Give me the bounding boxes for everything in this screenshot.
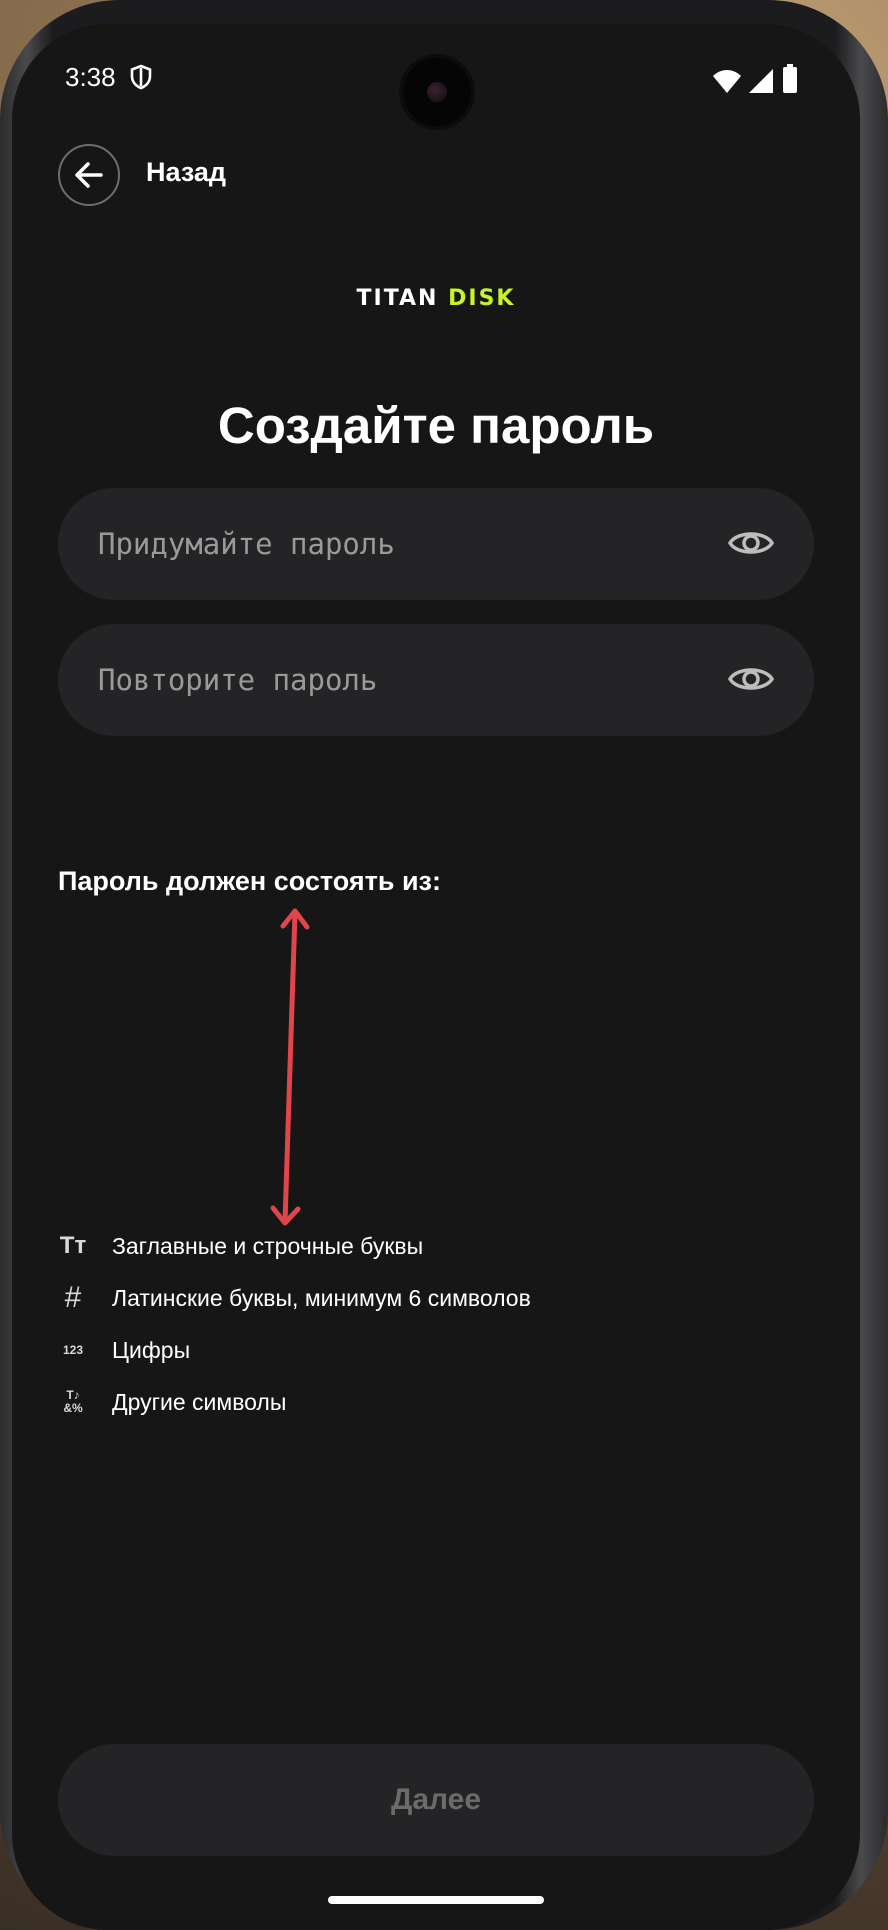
rule-item: 123 Цифры [58, 1330, 190, 1370]
numbers-icon: 123 [62, 1343, 84, 1357]
symbols-icon: T♪&% [63, 1388, 83, 1415]
logo-part-titan: TITAN [356, 286, 439, 311]
hash-icon: # [64, 1281, 82, 1314]
shield-icon [130, 64, 152, 90]
rule-label: Цифры [112, 1336, 191, 1363]
status-time: 3:38 [65, 62, 116, 92]
back-label[interactable]: Назад [146, 157, 226, 188]
eye-icon[interactable] [728, 526, 774, 560]
password-input[interactable] [58, 488, 738, 600]
password-field [58, 488, 814, 600]
arrow-left-icon [75, 162, 103, 188]
repeat-password-input[interactable] [58, 624, 738, 736]
repeat-password-field [58, 624, 814, 736]
rule-label: Другие символы [112, 1388, 287, 1415]
battery-icon [783, 64, 797, 93]
rule-item: T♪&% Другие символы [58, 1382, 286, 1422]
text-case-icon: Tт [59, 1232, 87, 1259]
rule-item: # Латинские буквы, минимум 6 символов [58, 1278, 531, 1318]
eye-icon[interactable] [728, 662, 774, 696]
status-bar: 3:38 [12, 24, 860, 126]
wifi-icon [713, 70, 741, 93]
home-indicator[interactable] [328, 1896, 544, 1904]
logo-part-disk: DISK [448, 286, 516, 311]
titan-disk-logo: TITAN DISK [12, 286, 860, 311]
rule-item: Tт Заглавные и строчные буквы [58, 1226, 423, 1266]
front-camera [403, 58, 471, 126]
signal-icon [749, 69, 773, 93]
rule-label: Латинские буквы, минимум 6 символов [112, 1284, 531, 1311]
annotation-double-arrow [270, 908, 310, 1226]
phone-frame: 3:38 Назад TITAN DISK Создайте пароль Па… [0, 0, 888, 1930]
rule-label: Заглавные и строчные буквы [112, 1232, 424, 1259]
page-title: Создайте пароль [217, 397, 655, 454]
password-rules-title: Пароль должен состоять из: [58, 866, 441, 896]
next-button[interactable]: Далее [58, 1744, 814, 1856]
app-screen: 3:38 Назад TITAN DISK Создайте пароль Па… [12, 24, 860, 1930]
back-button[interactable] [58, 144, 120, 206]
